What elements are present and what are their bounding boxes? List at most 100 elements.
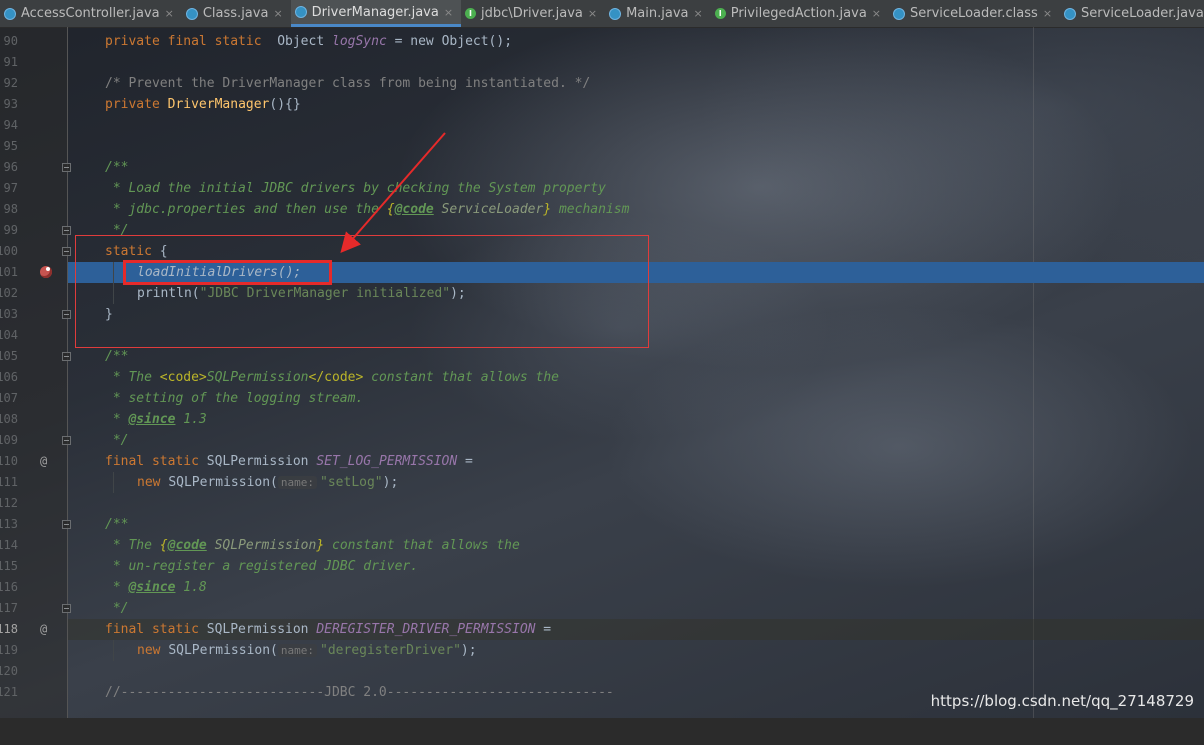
- line-number[interactable]: 119: [0, 640, 18, 661]
- line-number[interactable]: 92: [0, 73, 18, 94]
- field-name: SET_LOG_PERMISSION: [316, 454, 458, 469]
- close-icon[interactable]: ×: [694, 7, 703, 20]
- code-line-105[interactable]: /**: [68, 346, 1204, 367]
- line-number[interactable]: 117: [0, 598, 18, 619]
- line-number[interactable]: 103: [0, 304, 18, 325]
- fold-toggle-icon[interactable]: [62, 226, 71, 235]
- close-icon[interactable]: ×: [1043, 7, 1052, 20]
- code-line-106[interactable]: * The <code>SQLPermission</code> constan…: [68, 367, 1204, 388]
- code-line-113[interactable]: /**: [68, 514, 1204, 535]
- line-number[interactable]: 101: [0, 262, 18, 283]
- doc-comment: *: [105, 412, 129, 427]
- code-line-110[interactable]: final static SQLPermission SET_LOG_PERMI…: [68, 451, 1204, 472]
- code-text: =: [457, 454, 473, 469]
- class-icon: [609, 7, 622, 20]
- code-line-111[interactable]: new SQLPermission(name: "setLog");: [68, 472, 1204, 493]
- line-number[interactable]: 116: [0, 577, 18, 598]
- code-line-98[interactable]: * jdbc.properties and then use the {@cod…: [68, 199, 1204, 220]
- tab-main-java[interactable]: Main.java ×: [605, 0, 711, 27]
- line-number[interactable]: 91: [0, 52, 18, 73]
- tab-label: PrivilegedAction.java: [730, 6, 867, 21]
- annotation-box-static-block: [75, 235, 649, 348]
- doc-comment: * un-register a registered JDBC driver.: [105, 559, 419, 574]
- annotation-gutter-icon[interactable]: @: [40, 451, 47, 472]
- line-number[interactable]: 115: [0, 556, 18, 577]
- code-line-118[interactable]: final static SQLPermission DEREGISTER_DR…: [68, 619, 1204, 640]
- line-number[interactable]: 99: [0, 220, 18, 241]
- code-line-114[interactable]: * The {@code SQLPermission} constant tha…: [68, 535, 1204, 556]
- code-line-96[interactable]: /**: [68, 157, 1204, 178]
- doc-comment: 1.3: [175, 412, 207, 427]
- code-line-93[interactable]: private DriverManager(){}: [68, 94, 1204, 115]
- line-number[interactable]: 90: [0, 31, 18, 52]
- doc-brace: {: [386, 202, 395, 217]
- annotation-gutter-icon[interactable]: @: [40, 619, 47, 640]
- line-number[interactable]: 95: [0, 136, 18, 157]
- type-name: SQLPermission: [206, 454, 309, 469]
- line-number[interactable]: 113: [0, 514, 18, 535]
- doc-comment: * setting of the logging stream.: [105, 391, 364, 406]
- keyword: private: [105, 97, 160, 112]
- tab-label: Class.java: [202, 6, 269, 21]
- fold-toggle-icon[interactable]: [62, 436, 71, 445]
- line-number[interactable]: 93: [0, 94, 18, 115]
- tab-drivermanager-java[interactable]: DriverManager.java ×: [290, 0, 462, 27]
- code-line-90[interactable]: private final static Object logSync = ne…: [68, 31, 1204, 52]
- line-number[interactable]: 98: [0, 199, 18, 220]
- line-number[interactable]: 120: [0, 661, 18, 682]
- tab-serviceloader-class[interactable]: ServiceLoader.class ×: [889, 0, 1060, 27]
- code-line-117[interactable]: */: [68, 598, 1204, 619]
- line-number[interactable]: 106: [0, 367, 18, 388]
- line-number[interactable]: 112: [0, 493, 18, 514]
- code-line-115[interactable]: * un-register a registered JDBC driver.: [68, 556, 1204, 577]
- line-number[interactable]: 96: [0, 157, 18, 178]
- line-number[interactable]: 94: [0, 115, 18, 136]
- code-line-119[interactable]: new SQLPermission(name: "deregisterDriver…: [68, 640, 1204, 661]
- keyword: final static: [105, 454, 199, 469]
- line-number[interactable]: 105: [0, 346, 18, 367]
- doc-comment: SQLPermission: [206, 370, 309, 385]
- code-line-97[interactable]: * Load the initial JDBC drivers by check…: [68, 178, 1204, 199]
- constructor-call: SQLPermission(: [168, 475, 278, 490]
- line-number[interactable]: 121: [0, 682, 18, 703]
- doc-comment: 1.8: [175, 580, 207, 595]
- code-line-116[interactable]: * @since 1.8: [68, 577, 1204, 598]
- line-number[interactable]: 97: [0, 178, 18, 199]
- code-line-92[interactable]: /* Prevent the DriverManager class from …: [68, 73, 1204, 94]
- close-icon[interactable]: ×: [872, 7, 881, 20]
- fold-toggle-icon[interactable]: [62, 520, 71, 529]
- code-line-107[interactable]: * setting of the logging stream.: [68, 388, 1204, 409]
- line-number[interactable]: 107: [0, 388, 18, 409]
- keyword: new: [137, 475, 161, 490]
- close-icon[interactable]: ×: [588, 7, 597, 20]
- line-number[interactable]: 114: [0, 535, 18, 556]
- code-line-109[interactable]: */: [68, 430, 1204, 451]
- close-icon[interactable]: ×: [444, 6, 453, 19]
- fold-toggle-icon[interactable]: [62, 352, 71, 361]
- breakpoint-icon[interactable]: [40, 266, 52, 278]
- tab-serviceloader-java[interactable]: ServiceLoader.java×: [1060, 0, 1204, 27]
- close-icon[interactable]: ×: [165, 7, 174, 20]
- fold-toggle-icon[interactable]: [62, 310, 71, 319]
- line-number[interactable]: 102: [0, 283, 18, 304]
- doc-comment: *: [105, 580, 129, 595]
- fold-toggle-icon[interactable]: [62, 163, 71, 172]
- fold-toggle-icon[interactable]: [62, 247, 71, 256]
- line-number[interactable]: 111: [0, 472, 18, 493]
- line-number[interactable]: 104: [0, 325, 18, 346]
- line-number[interactable]: 108: [0, 409, 18, 430]
- tab-privilegedaction-java[interactable]: I PrivilegedAction.java ×: [711, 0, 889, 27]
- line-number[interactable]: 118: [0, 619, 18, 640]
- keyword: final static: [105, 622, 199, 637]
- line-number[interactable]: 100: [0, 241, 18, 262]
- code-text: );: [382, 475, 399, 490]
- tab-class-java[interactable]: Class.java ×: [182, 0, 291, 27]
- tab-jdbc-driver-java[interactable]: Ijdbc\Driver.java ×: [461, 0, 605, 27]
- close-icon[interactable]: ×: [273, 7, 282, 20]
- fold-toggle-icon[interactable]: [62, 604, 71, 613]
- line-number[interactable]: 110: [0, 451, 18, 472]
- code-line-108[interactable]: * @since 1.3: [68, 409, 1204, 430]
- code-editor[interactable]: private final static Object logSync = ne…: [0, 27, 1204, 718]
- tab-accesscontroller-java[interactable]: AccessController.java ×: [0, 0, 182, 27]
- line-number[interactable]: 109: [0, 430, 18, 451]
